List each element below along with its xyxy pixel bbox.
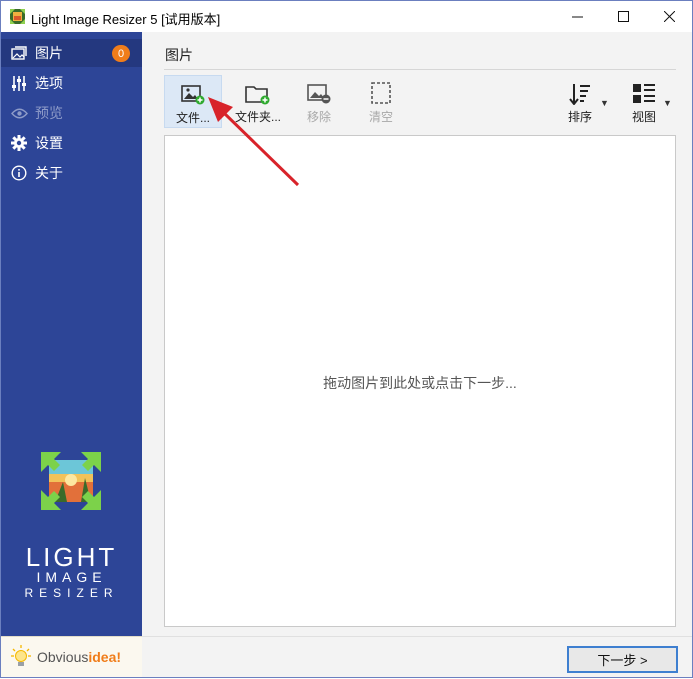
minimize-button[interactable] [554,1,600,32]
sliders-icon [9,75,29,91]
brand-text: Obviousidea! [37,649,122,665]
image-drop-zone[interactable]: 拖动图片到此处或点击下一步... [164,135,676,627]
logo-text-resizer: RESIZER [24,586,119,600]
title-bar: Light Image Resizer 5 [试用版本] [1,1,692,32]
sidebar-item-label: 预览 [35,105,63,121]
next-step-button[interactable]: 下一步 > [567,646,678,673]
add-folder-icon [245,75,271,105]
sidebar-item-options[interactable]: 选项 [1,69,142,97]
obviousidea-brand-link[interactable]: Obviousidea! [1,636,142,677]
sidebar: 图片 0 选项 预览 设置 关于 LIGHT IMAGE RESIZER [1,32,142,636]
main-panel: 图片 文件... 文件夹... 移除 清空 排序 ▼ 视图 ▼ 拖动图片到此处或… [142,32,692,636]
logo-text-image: IMAGE [36,569,107,585]
sort-label: 排序 [567,110,592,124]
sidebar-item-label: 关于 [35,165,63,181]
sidebar-item-preview[interactable]: 预览 [1,99,142,127]
view-mode-icon [632,75,656,105]
close-icon [663,11,675,22]
sidebar-item-images[interactable]: 图片 0 [1,39,142,67]
maximize-icon [617,11,629,22]
add-image-icon [181,76,205,106]
eye-icon [9,108,29,119]
images-icon [9,45,29,61]
sidebar-item-settings[interactable]: 设置 [1,129,142,157]
sort-icon [568,75,592,105]
sort-dropdown-icon[interactable]: ▼ [600,98,609,108]
add-files-label: 文件... [175,111,210,125]
drop-hint-text: 拖动图片到此处或点击下一步... [323,375,517,391]
info-icon [9,165,29,181]
view-dropdown-icon[interactable]: ▼ [663,98,672,108]
footer-bar: 下一步 > [142,636,692,677]
clear-label: 清空 [368,110,393,124]
sidebar-item-label: 选项 [35,75,63,91]
window-title: Light Image Resizer 5 [试用版本] [31,12,221,27]
lightbulb-icon [11,645,31,666]
app-logo-icon [10,9,25,24]
view-label: 视图 [631,110,656,124]
page-title: 图片 [165,47,193,63]
clear-icon [370,75,392,105]
add-files-button[interactable]: 文件... [164,75,222,128]
gear-icon [9,135,29,151]
sidebar-item-label: 图片 [35,45,63,61]
maximize-button[interactable] [600,1,646,32]
sort-button[interactable]: 排序 [554,75,606,128]
light-image-resizer-logo-icon [41,452,101,510]
sidebar-item-about[interactable]: 关于 [1,159,142,187]
remove-button[interactable]: 移除 [290,75,348,128]
add-folder-label: 文件夹... [234,110,281,124]
sidebar-item-label: 设置 [35,135,63,151]
close-button[interactable] [646,1,692,32]
remove-image-icon [307,75,331,105]
clear-button[interactable]: 清空 [352,75,410,128]
image-count-badge: 0 [112,45,130,62]
title-divider [164,69,676,70]
remove-label: 移除 [306,110,331,124]
app-window: Light Image Resizer 5 [试用版本] 图片 0 选项 预览 … [0,0,693,678]
minimize-icon [571,16,583,18]
add-folder-button[interactable]: 文件夹... [229,75,287,128]
